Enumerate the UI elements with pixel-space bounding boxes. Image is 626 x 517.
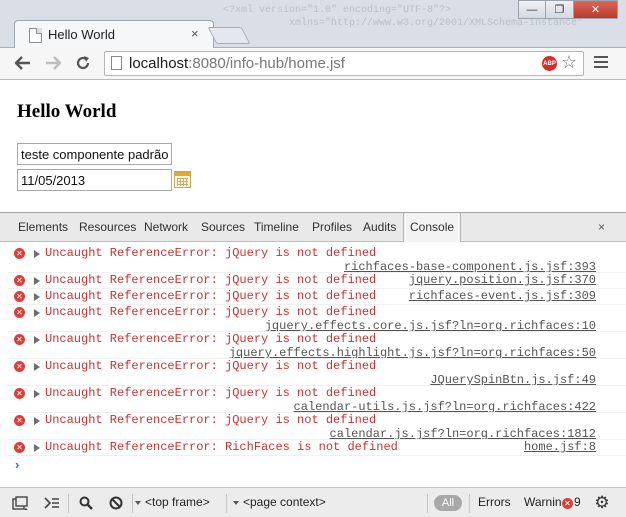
toolbar-divider: [427, 494, 428, 513]
url-host: localhost: [129, 55, 189, 72]
console-message-text: Uncaught ReferenceError: jQuery is not d…: [45, 359, 377, 373]
console-source-link[interactable]: jquery.position.js.jsf:370: [409, 273, 596, 287]
devtools-close-button[interactable]: ×: [598, 220, 605, 234]
expand-arrow-icon[interactable]: [34, 309, 40, 317]
window-titlebar: <?xml version="1.0" encoding="UTF-8"?> x…: [0, 0, 626, 49]
tab-close-button[interactable]: ×: [191, 26, 199, 41]
clear-icon[interactable]: [108, 495, 124, 511]
window-controls: — ❐ ✕: [518, 0, 618, 19]
reload-icon[interactable]: [72, 52, 94, 74]
tab-audits[interactable]: Audits: [357, 213, 402, 241]
error-icon: ✕: [14, 415, 25, 426]
page-title: Hello World: [17, 101, 117, 122]
expand-arrow-icon[interactable]: [34, 336, 40, 344]
console-message[interactable]: ✕ Uncaught ReferenceError: jQuery is not …: [0, 246, 626, 274]
adblock-icon[interactable]: ABP: [542, 56, 557, 71]
tab-title: Hello World: [48, 27, 115, 42]
error-icon: ✕: [14, 361, 25, 372]
error-count[interactable]: 9: [574, 495, 581, 509]
devtools-bottom-bar: <top frame> <page context> All Errors Wa…: [0, 487, 626, 517]
console-message[interactable]: ✕ Uncaught ReferenceError: jQuery is not …: [0, 386, 626, 414]
console-source-link[interactable]: home.jsf:8: [524, 440, 596, 454]
tab-profiles[interactable]: Profiles: [306, 213, 358, 241]
expand-arrow-icon[interactable]: [34, 444, 40, 452]
console-message[interactable]: ✕ Uncaught ReferenceError: jQuery is not …: [0, 273, 626, 289]
console-row-divider: [8, 455, 626, 456]
console-message-text: Uncaught ReferenceError: jQuery is not d…: [45, 273, 377, 287]
search-icon[interactable]: [78, 495, 94, 511]
error-icon: ✕: [14, 275, 25, 286]
error-count-icon[interactable]: ✕: [562, 498, 573, 509]
console-message[interactable]: ✕ Uncaught ReferenceError: jQuery is not …: [0, 305, 626, 333]
browser-toolbar: localhost:8080/info-hub/home.jsf ABP ☆: [0, 48, 626, 80]
page-viewport: Hello World: [0, 81, 626, 212]
console-prompt[interactable]: ›: [15, 457, 19, 472]
menu-icon[interactable]: [594, 56, 608, 68]
context-select[interactable]: <page context>: [233, 495, 326, 509]
filter-all-button[interactable]: All: [434, 495, 462, 511]
close-window-button[interactable]: ✕: [574, 0, 618, 19]
minimize-button[interactable]: —: [518, 0, 546, 19]
error-icon: ✕: [14, 388, 25, 399]
expand-arrow-icon[interactable]: [34, 417, 40, 425]
console-message[interactable]: ✕ Uncaught ReferenceError: jQuery is not …: [0, 332, 626, 360]
frame-select[interactable]: <top frame>: [135, 495, 210, 509]
calendar-icon[interactable]: [174, 171, 191, 188]
url-text[interactable]: localhost:8080/info-hub/home.jsf: [129, 55, 345, 72]
url-path: :8080/info-hub/home.jsf: [188, 55, 345, 72]
toolbar-divider: [469, 494, 470, 513]
page-icon: [111, 56, 122, 70]
console-output: ✕ Uncaught ReferenceError: jQuery is not …: [0, 242, 626, 487]
console-message[interactable]: ✕ Uncaught ReferenceError: jQuery is not …: [0, 289, 626, 305]
text-component-input[interactable]: [17, 143, 172, 165]
devtools-tabbar: Elements Resources Network Sources Timel…: [0, 213, 626, 242]
console-message-text: Uncaught ReferenceError: jQuery is not d…: [45, 386, 377, 400]
maximize-button[interactable]: ❐: [546, 0, 574, 19]
filter-warnings-button[interactable]: Warnin: [524, 495, 562, 509]
console-source-link[interactable]: richfaces-event.js.jsf:309: [409, 289, 596, 303]
error-icon: ✕: [14, 307, 25, 318]
browser-tab[interactable]: Hello World ×: [14, 20, 214, 49]
address-bar[interactable]: localhost:8080/info-hub/home.jsf ABP ☆: [104, 51, 584, 76]
tab-console[interactable]: Console: [403, 213, 462, 242]
console-message-text: Uncaught ReferenceError: RichFaces is no…: [45, 440, 398, 454]
expand-arrow-icon[interactable]: [34, 277, 40, 285]
filter-errors-button[interactable]: Errors: [478, 495, 511, 509]
dock-icon[interactable]: [12, 495, 28, 511]
console-message-text: Uncaught ReferenceError: jQuery is not d…: [45, 246, 377, 260]
tab-timeline[interactable]: Timeline: [248, 213, 305, 241]
toolbar-divider: [68, 494, 69, 513]
error-icon: ✕: [14, 442, 25, 453]
console-message-text: Uncaught ReferenceError: jQuery is not d…: [45, 289, 377, 303]
tab-network[interactable]: Network: [138, 213, 194, 241]
console-message-text: Uncaught ReferenceError: jQuery is not d…: [45, 413, 377, 427]
expand-arrow-icon[interactable]: [34, 250, 40, 258]
tab-elements[interactable]: Elements: [12, 213, 74, 241]
tab-sources[interactable]: Sources: [195, 213, 251, 241]
toolbar-divider: [226, 494, 227, 513]
back-arrow-icon[interactable]: [12, 52, 34, 74]
gear-icon[interactable]: ⚙: [593, 494, 611, 512]
execute-icon[interactable]: [44, 495, 60, 511]
expand-arrow-icon[interactable]: [34, 390, 40, 398]
console-message[interactable]: ✕ Uncaught ReferenceError: jQuery is not …: [0, 413, 626, 441]
forward-arrow-icon[interactable]: [42, 52, 64, 74]
console-message-text: Uncaught ReferenceError: jQuery is not d…: [45, 332, 377, 346]
devtools-panel: Elements Resources Network Sources Timel…: [0, 212, 626, 517]
expand-arrow-icon[interactable]: [34, 363, 40, 371]
console-message[interactable]: ✕ Uncaught ReferenceError: RichFaces is n…: [0, 440, 626, 456]
expand-arrow-icon[interactable]: [34, 293, 40, 301]
error-icon: ✕: [14, 291, 25, 302]
console-message-text: Uncaught ReferenceError: jQuery is not d…: [45, 305, 377, 319]
star-icon[interactable]: ☆: [561, 52, 577, 73]
toolbar-divider: [132, 494, 133, 513]
tab-resources[interactable]: Resources: [73, 213, 142, 241]
error-icon: ✕: [14, 334, 25, 345]
console-message[interactable]: ✕ Uncaught ReferenceError: jQuery is not …: [0, 359, 626, 387]
error-icon: ✕: [14, 248, 25, 259]
page-favicon-icon: [29, 28, 42, 43]
date-input[interactable]: [17, 169, 172, 191]
